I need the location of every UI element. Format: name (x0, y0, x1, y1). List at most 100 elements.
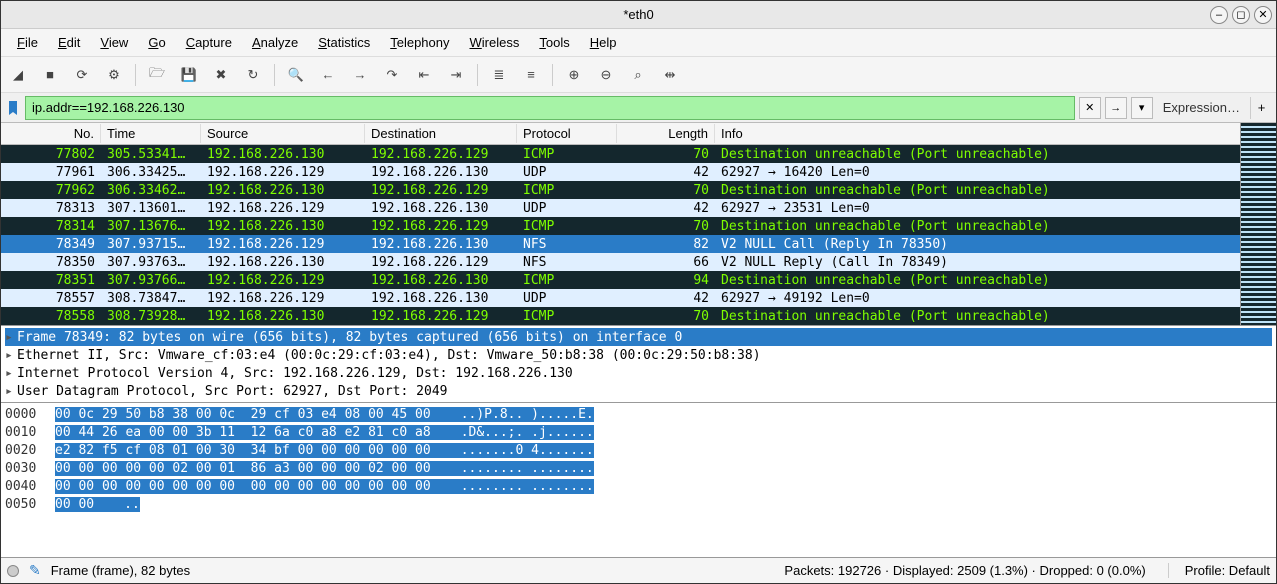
menu-help[interactable]: Help (582, 33, 625, 52)
display-filter-input[interactable] (25, 96, 1075, 120)
maximize-icon[interactable]: ◻ (1232, 6, 1250, 24)
menu-analyze[interactable]: Analyze (244, 33, 306, 52)
filter-bar: ✕ → ▾ Expression… + (1, 93, 1276, 123)
col-header-length[interactable]: Length (617, 124, 715, 143)
packet-row[interactable]: 78349307.93715…192.168.226.129192.168.22… (1, 235, 1276, 253)
find-icon[interactable]: 🔍 (285, 64, 307, 86)
stop-capture-icon[interactable]: ■ (39, 64, 61, 86)
add-filter-button[interactable]: + (1250, 97, 1272, 119)
status-profile[interactable]: Profile: Default (1168, 563, 1270, 578)
go-first-icon[interactable]: ⇤ (413, 64, 435, 86)
bytes-row[interactable]: 000000 0c 29 50 b8 38 00 0c 29 cf 03 e4 … (5, 405, 1272, 423)
go-to-packet-icon[interactable]: ↷ (381, 64, 403, 86)
capture-options-icon[interactable]: ⚙ (103, 64, 125, 86)
zoom-in-icon[interactable]: ⊕ (563, 64, 585, 86)
auto-scroll-icon[interactable]: ≣ (488, 64, 510, 86)
bytes-row[interactable]: 005000 00.. (5, 495, 1272, 513)
edit-comment-icon[interactable]: ✎ (29, 562, 41, 579)
packet-row[interactable]: 78313307.13601…192.168.226.129192.168.22… (1, 199, 1276, 217)
packet-row[interactable]: 77802305.53341…192.168.226.130192.168.22… (1, 145, 1276, 163)
bytes-ascii: ..)P.8.. ).....E. (431, 407, 594, 422)
close-icon[interactable]: ✕ (1254, 6, 1272, 24)
window-title: *eth0 (623, 7, 653, 22)
menu-file[interactable]: File (9, 33, 46, 52)
expand-tri-icon[interactable]: ▸ (5, 366, 17, 381)
menu-view[interactable]: View (92, 33, 136, 52)
expand-tri-icon[interactable]: ▸ (5, 384, 17, 399)
menu-bar: FileEditViewGo CaptureAnalyzeStatisticsTe… (1, 29, 1276, 57)
packet-row[interactable]: 78314307.13676…192.168.226.130192.168.22… (1, 217, 1276, 235)
detail-row[interactable]: ▸Frame 78349: 82 bytes on wire (656 bits… (5, 328, 1272, 346)
packet-row[interactable]: 77961306.33425…192.168.226.129192.168.22… (1, 163, 1276, 181)
bytes-row[interactable]: 0020e2 82 f5 cf 08 01 00 30 34 bf 00 00 … (5, 441, 1272, 459)
packet-row[interactable]: 78557308.73847…192.168.226.129192.168.22… (1, 289, 1276, 307)
reload-icon[interactable]: ↻ (242, 64, 264, 86)
apply-filter-button[interactable]: → (1105, 97, 1127, 119)
minimize-icon[interactable]: – (1210, 6, 1228, 24)
status-left: Frame (frame), 82 bytes (51, 563, 190, 578)
status-packets: Packets: 192726 · Displayed: 2509 (1.3%)… (784, 563, 1145, 578)
packet-list: No. Time Source Destination Protocol Len… (1, 123, 1276, 325)
bytes-hex: 00 44 26 ea 00 00 3b 11 12 6a c0 a8 e2 8… (55, 425, 431, 440)
bytes-ascii: ........ ........ (431, 461, 594, 476)
restart-capture-icon[interactable]: ⟳ (71, 64, 93, 86)
colorize-icon[interactable]: ≡ (520, 64, 542, 86)
go-back-icon[interactable]: ← (317, 64, 339, 86)
clear-filter-button[interactable]: ✕ (1079, 97, 1101, 119)
go-last-icon[interactable]: ⇥ (445, 64, 467, 86)
packet-details-pane: ▸Frame 78349: 82 bytes on wire (656 bits… (1, 325, 1276, 402)
menu-wireless[interactable]: Wireless (462, 33, 528, 52)
packet-row[interactable]: 78558308.73928…192.168.226.130192.168.22… (1, 307, 1276, 325)
bytes-hex: 00 0c 29 50 b8 38 00 0c 29 cf 03 e4 08 0… (55, 407, 431, 422)
save-file-icon[interactable]: 💾 (178, 64, 200, 86)
packet-overview-scrollbar[interactable] (1240, 123, 1276, 325)
menu-capture[interactable]: Capture (178, 33, 240, 52)
col-header-time[interactable]: Time (101, 124, 201, 143)
packet-row[interactable]: 77962306.33462…192.168.226.130192.168.22… (1, 181, 1276, 199)
col-header-info[interactable]: Info (715, 124, 1276, 143)
expand-tri-icon[interactable]: ▸ (5, 330, 17, 345)
bytes-offset: 0020 (5, 443, 55, 458)
bytes-offset: 0040 (5, 479, 55, 494)
expand-tri-icon[interactable]: ▸ (5, 348, 17, 363)
expert-info-icon[interactable] (7, 565, 19, 577)
bytes-hex: 00 00 (55, 497, 94, 512)
bytes-hex: e2 82 f5 cf 08 01 00 30 34 bf 00 00 00 0… (55, 443, 431, 458)
toolbar-separator (477, 64, 478, 86)
col-header-no[interactable]: No. (1, 124, 101, 143)
bytes-offset: 0010 (5, 425, 55, 440)
bytes-row[interactable]: 004000 00 00 00 00 00 00 00 00 00 00 00 … (5, 477, 1272, 495)
bytes-hex: 00 00 00 00 00 00 00 00 00 00 00 00 00 0… (55, 479, 431, 494)
bytes-offset: 0030 (5, 461, 55, 476)
filter-dropdown-button[interactable]: ▾ (1131, 97, 1153, 119)
bytes-row[interactable]: 001000 44 26 ea 00 00 3b 11 12 6a c0 a8 … (5, 423, 1272, 441)
open-file-icon[interactable]: 🗁 (146, 64, 168, 86)
detail-row[interactable]: ▸Internet Protocol Version 4, Src: 192.1… (5, 364, 1272, 382)
menu-go[interactable]: Go (140, 33, 173, 52)
bytes-offset: 0050 (5, 497, 55, 512)
resize-columns-icon[interactable]: ⇹ (659, 64, 681, 86)
bytes-row[interactable]: 003000 00 00 00 00 02 00 01 86 a3 00 00 … (5, 459, 1272, 477)
col-header-source[interactable]: Source (201, 124, 365, 143)
expression-button[interactable]: Expression… (1157, 100, 1246, 115)
col-header-protocol[interactable]: Protocol (517, 124, 617, 143)
menu-telephony[interactable]: Telephony (382, 33, 457, 52)
zoom-reset-icon[interactable]: ⌕ (627, 64, 649, 86)
col-header-destination[interactable]: Destination (365, 124, 517, 143)
close-file-icon[interactable]: ✖ (210, 64, 232, 86)
bookmark-icon[interactable] (5, 98, 21, 118)
detail-row[interactable]: ▸User Datagram Protocol, Src Port: 62927… (5, 382, 1272, 400)
packet-row[interactable]: 78350307.93763…192.168.226.130192.168.22… (1, 253, 1276, 271)
toolbar-separator (135, 64, 136, 86)
shark-fin-start-icon[interactable]: ◢ (7, 64, 29, 86)
packet-bytes-pane: 000000 0c 29 50 b8 38 00 0c 29 cf 03 e4 … (1, 402, 1276, 557)
main-toolbar: ◢ ■ ⟳ ⚙ 🗁 💾 ✖ ↻ 🔍 ← → ↷ ⇤ ⇥ ≣ ≡ ⊕ ⊖ ⌕ ⇹ (1, 57, 1276, 93)
menu-statistics[interactable]: Statistics (310, 33, 378, 52)
menu-edit[interactable]: Edit (50, 33, 88, 52)
go-forward-icon[interactable]: → (349, 64, 371, 86)
bytes-ascii: ........ ........ (431, 479, 594, 494)
packet-row[interactable]: 78351307.93766…192.168.226.129192.168.22… (1, 271, 1276, 289)
detail-row[interactable]: ▸Ethernet II, Src: Vmware_cf:03:e4 (00:0… (5, 346, 1272, 364)
zoom-out-icon[interactable]: ⊖ (595, 64, 617, 86)
menu-tools[interactable]: Tools (531, 33, 577, 52)
